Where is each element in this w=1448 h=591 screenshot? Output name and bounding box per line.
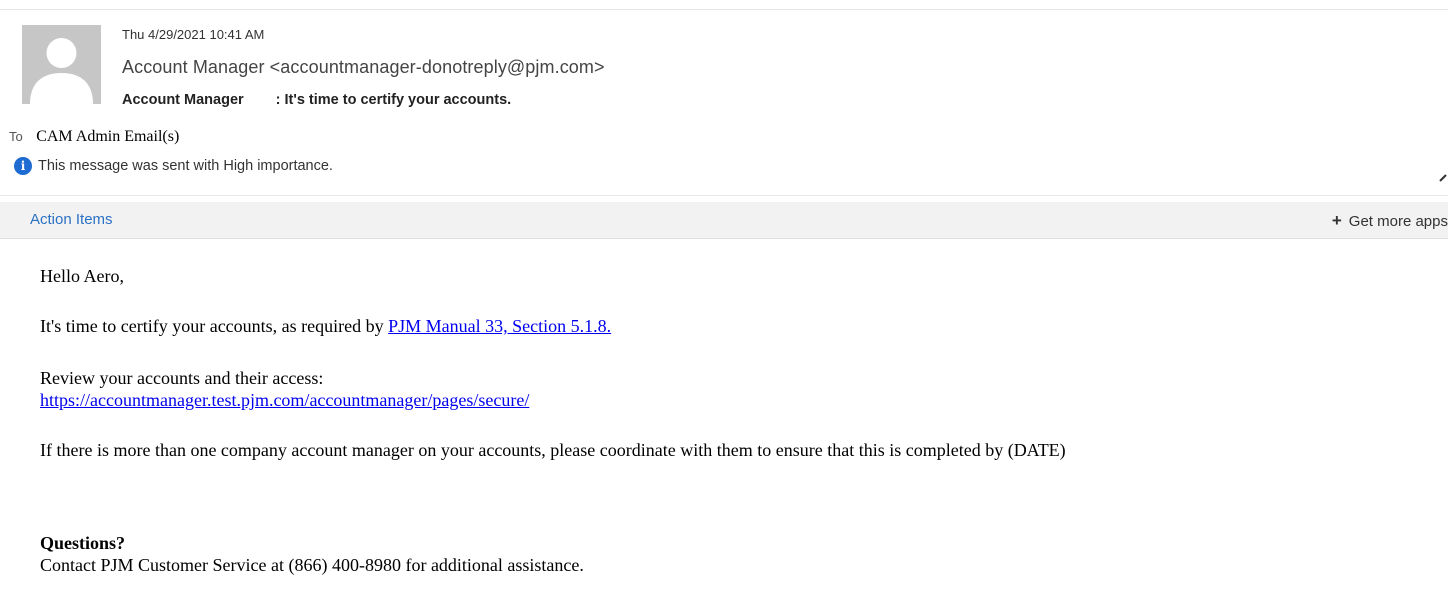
certify-paragraph: It's time to certify your accounts, as r…	[40, 315, 611, 337]
contact-paragraph: Contact PJM Customer Service at (866) 40…	[40, 555, 584, 575]
manual-link[interactable]: PJM Manual 33, Section 5.1.8.	[388, 316, 611, 336]
header-divider	[0, 195, 1448, 196]
to-label: To	[9, 129, 23, 144]
action-bar: Action Items + Get more apps	[0, 202, 1448, 239]
questions-heading: Questions?	[40, 533, 126, 553]
coordinate-paragraph: If there is more than one company accoun…	[40, 440, 1066, 460]
action-items-tab[interactable]: Action Items	[30, 211, 113, 228]
get-more-apps-button[interactable]: + Get more apps	[1332, 211, 1448, 231]
certify-text: It's time to certify your accounts, as r…	[40, 316, 389, 336]
chevron-up-icon[interactable]	[1438, 170, 1448, 188]
person-silhouette-icon	[22, 25, 101, 104]
get-more-apps-label: Get more apps	[1348, 213, 1448, 230]
review-text: Review your accounts and their access:	[40, 368, 324, 388]
recipient-row: To CAM Admin Email(s)	[9, 128, 179, 146]
sent-date: Thu 4/29/2021 10:41 AM	[122, 27, 265, 42]
recipient-value[interactable]: CAM Admin Email(s)	[36, 128, 179, 145]
top-border	[0, 0, 1448, 10]
greeting: Hello Aero,	[40, 266, 124, 286]
sender-avatar	[22, 25, 101, 104]
importance-notice: i This message was sent with High import…	[14, 157, 333, 175]
review-url-paragraph: https://accountmanager.test.pjm.com/acco…	[40, 389, 529, 411]
email-subject: Account Manager : It's time to certify yo…	[122, 92, 511, 108]
plus-icon: +	[1331, 211, 1342, 230]
subject-text: : It's time to certify your accounts.	[275, 92, 512, 108]
importance-text: This message was sent with High importan…	[38, 158, 333, 174]
subject-prefix: Account Manager	[122, 92, 244, 108]
info-icon: i	[14, 157, 32, 175]
sender-name[interactable]: Account Manager <accountmanager-donotrep…	[122, 57, 605, 78]
review-url-link[interactable]: https://accountmanager.test.pjm.com/acco…	[40, 390, 529, 410]
